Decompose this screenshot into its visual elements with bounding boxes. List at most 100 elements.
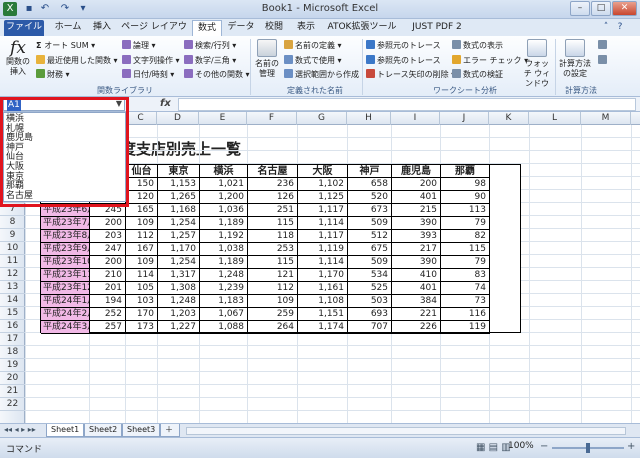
table-cell[interactable]: 1,248: [158, 295, 200, 308]
row-header[interactable]: 21: [0, 385, 25, 398]
table-cell[interactable]: 1,114: [298, 256, 348, 269]
tab-data[interactable]: データ: [224, 20, 258, 36]
table-cell[interactable]: 1,227: [158, 321, 200, 334]
table-cell[interactable]: 253: [248, 243, 298, 256]
table-cell[interactable]: 103: [126, 295, 158, 308]
table-cell[interactable]: 1,189: [200, 217, 248, 230]
insert-function-button[interactable]: fx 関数の挿入: [4, 39, 32, 77]
other-functions-button[interactable]: その他の関数 ▾: [184, 69, 250, 80]
tab-file[interactable]: ファイル: [4, 20, 44, 36]
table-cell[interactable]: 114: [126, 269, 158, 282]
table-cell[interactable]: 1,036: [200, 204, 248, 217]
table-cell[interactable]: 410: [392, 269, 441, 282]
table-cell[interactable]: 109: [248, 295, 298, 308]
table-cell[interactable]: 200: [90, 256, 126, 269]
sheet-title[interactable]: 度支店別売上一覧: [121, 139, 321, 159]
table-cell[interactable]: 512: [348, 230, 392, 243]
watch-window-button[interactable]: ウォッチ ウィンドウ: [522, 39, 552, 89]
table-header-cell[interactable]: 横浜: [200, 165, 248, 178]
table-header-cell[interactable]: 名古屋: [248, 165, 298, 178]
name-manager-button[interactable]: 名前の管理: [254, 39, 280, 79]
calc-sheet-icon[interactable]: [598, 55, 609, 66]
column-header[interactable]: F: [247, 112, 297, 125]
create-from-selection-button[interactable]: 選択範囲から作成: [284, 69, 359, 80]
table-cell[interactable]: 112: [248, 282, 298, 295]
horizontal-scrollbar[interactable]: [186, 427, 626, 435]
table-cell[interactable]: 126: [248, 191, 298, 204]
use-in-formula-button[interactable]: 数式で使用 ▾: [284, 55, 342, 66]
column-header[interactable]: M: [581, 112, 631, 125]
column-header[interactable]: D: [157, 112, 199, 125]
table-cell[interactable]: 119: [441, 321, 490, 334]
table-cell[interactable]: 1,117: [298, 204, 348, 217]
table-cell[interactable]: 1,168: [158, 204, 200, 217]
table-cell[interactable]: 384: [392, 295, 441, 308]
error-check-button[interactable]: エラー チェック ▾: [452, 55, 528, 66]
row-header[interactable]: 20: [0, 372, 25, 385]
table-cell[interactable]: 251: [248, 204, 298, 217]
row-header[interactable]: 16: [0, 320, 25, 333]
table-cell[interactable]: 259: [248, 308, 298, 321]
table-cell[interactable]: 200: [90, 217, 126, 230]
table-cell[interactable]: 673: [348, 204, 392, 217]
table-cell[interactable]: 173: [126, 321, 158, 334]
table-cell[interactable]: 401: [392, 282, 441, 295]
table-cell[interactable]: 525: [348, 282, 392, 295]
table-cell[interactable]: 1,192: [200, 230, 248, 243]
table-cell[interactable]: 116: [441, 308, 490, 321]
table-cell[interactable]: 1,108: [298, 295, 348, 308]
table-cell[interactable]: 658: [348, 178, 392, 191]
period-cell[interactable]: 平成23年12月: [41, 282, 90, 295]
lookup-button[interactable]: 検索/行列 ▾: [184, 40, 236, 51]
row-header[interactable]: 13: [0, 281, 25, 294]
table-cell[interactable]: 115: [248, 217, 298, 230]
table-cell[interactable]: 217: [392, 243, 441, 256]
table-cell[interactable]: 109: [126, 217, 158, 230]
period-cell[interactable]: 平成23年9月: [41, 243, 90, 256]
help-icon[interactable]: ?: [614, 20, 626, 36]
row-header[interactable]: 10: [0, 242, 25, 255]
table-cell[interactable]: 1,088: [200, 321, 248, 334]
remove-arrows-button[interactable]: トレース矢印の削除 ▾: [366, 69, 455, 80]
show-formulas-button[interactable]: 数式の表示: [452, 40, 503, 51]
table-cell[interactable]: 1,117: [298, 230, 348, 243]
table-cell[interactable]: 79: [441, 256, 490, 269]
table-cell[interactable]: 115: [441, 243, 490, 256]
row-header[interactable]: 22: [0, 398, 25, 411]
table-cell[interactable]: 210: [90, 269, 126, 282]
evaluate-formula-button[interactable]: 数式の検証: [452, 69, 503, 80]
datetime-button[interactable]: 日付/時刻 ▾: [122, 69, 174, 80]
tab-just-pdf[interactable]: JUST PDF 2: [406, 20, 468, 36]
table-cell[interactable]: 109: [126, 256, 158, 269]
table-cell[interactable]: 105: [126, 282, 158, 295]
row-header[interactable]: 19: [0, 359, 25, 372]
table-cell[interactable]: 247: [90, 243, 126, 256]
table-cell[interactable]: 1,203: [158, 308, 200, 321]
period-cell[interactable]: 平成23年10月: [41, 256, 90, 269]
table-cell[interactable]: 1,119: [298, 243, 348, 256]
table-cell[interactable]: 1,265: [158, 191, 200, 204]
autosum-button[interactable]: Σ オート SUM ▾: [36, 40, 95, 51]
table-cell[interactable]: 390: [392, 256, 441, 269]
table-cell[interactable]: 115: [248, 256, 298, 269]
table-cell[interactable]: 1,125: [298, 191, 348, 204]
table-cell[interactable]: 1,151: [298, 308, 348, 321]
table-cell[interactable]: 236: [248, 178, 298, 191]
table-cell[interactable]: 390: [392, 217, 441, 230]
tab-view[interactable]: 表示: [292, 20, 320, 36]
table-cell[interactable]: 201: [90, 282, 126, 295]
row-header[interactable]: 12: [0, 268, 25, 281]
table-cell[interactable]: 112: [126, 230, 158, 243]
table-cell[interactable]: 257: [90, 321, 126, 334]
zoom-in-icon[interactable]: +: [627, 442, 635, 452]
trace-dependents-button[interactable]: 参照先のトレース: [366, 55, 441, 66]
math-button[interactable]: 数学/三角 ▾: [184, 55, 236, 66]
table-cell[interactable]: 1,170: [158, 243, 200, 256]
table-cell[interactable]: 165: [126, 204, 158, 217]
zoom-out-icon[interactable]: −: [540, 442, 548, 452]
logical-button[interactable]: 論理 ▾: [122, 40, 156, 51]
define-name-button[interactable]: 名前の定義 ▾: [284, 40, 342, 51]
table-cell[interactable]: 1,317: [158, 269, 200, 282]
table-cell[interactable]: 74: [441, 282, 490, 295]
sheet-tab-1[interactable]: Sheet1: [46, 424, 85, 437]
